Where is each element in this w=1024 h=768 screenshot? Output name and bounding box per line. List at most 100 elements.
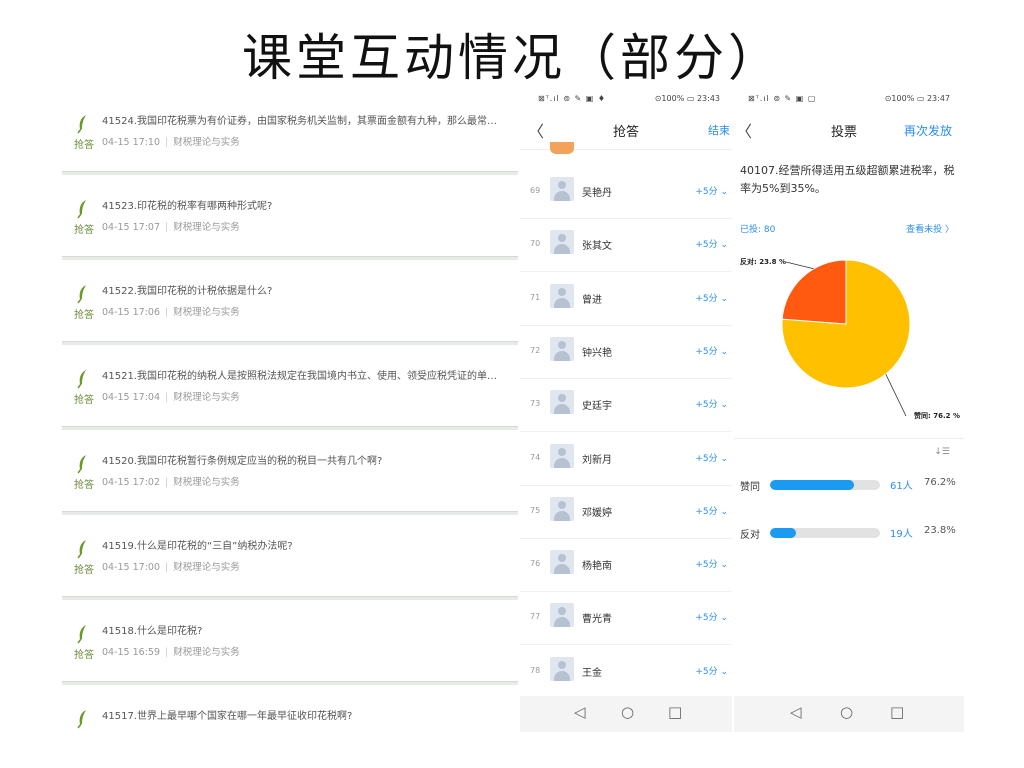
status-bar: ⊠ᵀ.ıl ⊚ ✎ ▣ ♦ ⊙100% ▭ 23:43 bbox=[520, 90, 732, 110]
question-category: 财税理论与实务 bbox=[173, 307, 240, 318]
nav-back-icon[interactable]: ◁ bbox=[574, 703, 586, 721]
question-row[interactable]: 41517.世界上最早哪个国家在哪一年最早征收印花税啊? bbox=[62, 685, 518, 730]
question-title: 41524.我国印花税票为有价证券，由国家税务机关监制，其票面金额有九种，那么最… bbox=[102, 116, 506, 127]
option-percent: 76.2% bbox=[924, 477, 956, 488]
score-dropdown[interactable]: +5分 ⌄ bbox=[695, 610, 728, 623]
view-unvoted-link[interactable]: 查看未投 〉 bbox=[906, 222, 954, 235]
student-rank: 72 bbox=[530, 345, 541, 355]
vote-result-row: 赞同 61人 76.2% bbox=[734, 474, 964, 494]
student-rank: 70 bbox=[530, 239, 541, 249]
score-dropdown[interactable]: +5分 ⌄ bbox=[695, 504, 728, 517]
vote-nav-bar: 〈 投票 再次发放 bbox=[734, 110, 964, 150]
student-row[interactable]: 75 邓媛婷 +5分 ⌄ bbox=[520, 486, 732, 539]
student-row[interactable]: 73 史廷宇 +5分 ⌄ bbox=[520, 379, 732, 433]
question-title: 41522.我国印花税的计税依据是什么? bbox=[102, 286, 273, 297]
student-row[interactable]: 72 钟兴艳 +5分 ⌄ bbox=[520, 326, 732, 379]
status-time: ⊙100% ▭ 23:47 bbox=[884, 94, 950, 103]
student-rank: 74 bbox=[530, 452, 541, 462]
meta-separator: | bbox=[165, 647, 169, 658]
avatar bbox=[550, 443, 574, 468]
vote-result-row: 反对 19人 23.8% bbox=[734, 522, 964, 542]
question-row[interactable]: 抢答 41522.我国印花税的计税依据是什么? 04-15 17:06 | 财税理论与实… bbox=[62, 260, 518, 342]
avatar bbox=[550, 550, 574, 575]
pie-leader-line bbox=[885, 373, 907, 417]
student-name: 张其文 bbox=[582, 241, 612, 253]
student-rank: 71 bbox=[530, 292, 541, 302]
result-bar-fill bbox=[770, 528, 797, 538]
avatar bbox=[550, 177, 574, 201]
student-name: 邓媛婷 bbox=[582, 507, 612, 519]
score-dropdown[interactable]: +5分 ⌄ bbox=[695, 237, 728, 250]
question-list: 抢答 41524.我国印花税票为有价证券，由国家税务机关监制，其票面金额有九种，那… bbox=[62, 90, 518, 730]
student-rank: 76 bbox=[530, 559, 541, 569]
student-name: 曹光青 bbox=[582, 614, 612, 626]
student-rank: 69 bbox=[530, 186, 541, 195]
meta-separator: | bbox=[165, 562, 169, 573]
nav-home-icon[interactable]: ○ bbox=[621, 703, 634, 721]
question-title: 41518.什么是印花税? bbox=[102, 626, 203, 637]
option-label: 赞同 bbox=[740, 482, 760, 493]
question-row[interactable]: 抢答 41524.我国印花税票为有价证券，由国家税务机关监制，其票面金额有九种，那… bbox=[62, 90, 518, 172]
nav-home-icon[interactable]: ○ bbox=[840, 703, 853, 721]
student-row[interactable]: 70 张其文 +5分 ⌄ bbox=[520, 219, 732, 273]
nav-back-icon[interactable]: ◁ bbox=[790, 703, 802, 721]
vote-question: 40107.经营所得适用五级超额累进税率，税率为5%到35%。 bbox=[740, 164, 955, 195]
student-rank: 78 bbox=[530, 665, 541, 675]
score-dropdown[interactable]: +5分 ⌄ bbox=[695, 291, 728, 304]
system-nav-bar: ◁ ○ □ bbox=[520, 696, 732, 732]
question-meta: 04-15 17:07 | 财税理论与实务 bbox=[102, 219, 240, 233]
result-bar bbox=[770, 480, 880, 490]
pie-slice-label: 反对: 23.8 % bbox=[740, 257, 786, 266]
question-time: 04-15 17:04 bbox=[102, 392, 161, 403]
student-row[interactable]: 74 刘新月 +5分 ⌄ bbox=[520, 433, 732, 486]
question-category: 财税理论与实务 bbox=[173, 477, 240, 488]
student-name: 曾进 bbox=[582, 294, 602, 306]
meta-separator: | bbox=[165, 477, 169, 488]
student-row[interactable]: 78 王金 +5分 ⌄ bbox=[520, 646, 732, 699]
question-title: 41520.我国印花税暂行条例规定应当的税的税目一共有几个啊? bbox=[102, 456, 383, 467]
quill-icon bbox=[77, 625, 86, 644]
question-time: 04-15 16:59 bbox=[102, 647, 161, 658]
score-dropdown[interactable]: +5分 ⌄ bbox=[695, 451, 728, 464]
question-row[interactable]: 抢答 41521.我国印花税的纳税人是按照税法规定在我国境内书立、使用、领受应税凭… bbox=[62, 345, 518, 427]
question-time: 04-15 17:02 bbox=[102, 477, 161, 488]
student-row[interactable]: 69 吴艳丹 +5分 ⌄ bbox=[520, 166, 732, 219]
grab-label: 抢答 bbox=[74, 140, 94, 151]
score-dropdown[interactable]: +5分 ⌄ bbox=[695, 557, 728, 570]
result-bar bbox=[770, 528, 880, 538]
score-dropdown[interactable]: +5分 ⌄ bbox=[695, 184, 728, 197]
score-dropdown[interactable]: +5分 ⌄ bbox=[695, 344, 728, 357]
student-row[interactable]: 77 曹光青 +5分 ⌄ bbox=[520, 592, 732, 646]
quill-icon bbox=[77, 540, 86, 559]
student-row[interactable]: 76 杨艳南 +5分 ⌄ bbox=[520, 539, 732, 593]
end-button[interactable]: 结束 bbox=[708, 122, 730, 138]
reissue-button[interactable]: 再次发放 bbox=[904, 122, 952, 139]
vote-pie-chart: 赞同: 76.2 % 反对: 23.8 % bbox=[740, 257, 960, 420]
nav-recent-icon[interactable]: □ bbox=[668, 703, 682, 721]
question-row[interactable]: 抢答 41518.什么是印花税? 04-15 16:59 | 财税理论与实务 bbox=[62, 600, 518, 682]
quill-icon bbox=[77, 370, 86, 389]
student-rank: 73 bbox=[530, 399, 541, 409]
grab-label: 抢答 bbox=[74, 480, 94, 491]
question-title: 41517.世界上最早哪个国家在哪一年最早征收印花税啊? bbox=[102, 711, 353, 722]
student-row[interactable]: 71 曾进 +5分 ⌄ bbox=[520, 273, 732, 326]
student-name: 王金 bbox=[582, 667, 602, 679]
option-percent: 23.8% bbox=[924, 525, 956, 536]
question-row[interactable]: 抢答 41523.印花税的税率有哪两种形式呢? 04-15 17:07 | 财税理论与实… bbox=[62, 175, 518, 257]
question-row[interactable]: 抢答 41519.什么是印花税的“三自”纳税办法呢? 04-15 17:00 | 财税理… bbox=[62, 515, 518, 597]
grab-label: 抢答 bbox=[74, 650, 94, 661]
pie-slice-oppose bbox=[781, 259, 847, 325]
sort-icon[interactable]: ↓☰ bbox=[934, 447, 950, 457]
system-nav-bar: ◁ ○ □ bbox=[734, 696, 964, 732]
score-dropdown[interactable]: +5分 ⌄ bbox=[695, 397, 728, 410]
vote-screen: ⊠ᵀ.ıl ⊚ ✎ ▣ ▢ ⊙100% ▭ 23:47 〈 投票 再次发放 40… bbox=[734, 90, 964, 732]
question-row[interactable]: 抢答 41520.我国印花税暂行条例规定应当的税的税目一共有几个啊? 04-15 1… bbox=[62, 430, 518, 512]
student-name: 杨艳南 bbox=[582, 561, 612, 573]
score-dropdown[interactable]: +5分 ⌄ bbox=[695, 664, 728, 677]
student-rank: 75 bbox=[530, 505, 541, 515]
status-bar: ⊠ᵀ.ıl ⊚ ✎ ▣ ▢ ⊙100% ▭ 23:47 bbox=[734, 90, 964, 110]
question-title: 41523.印花税的税率有哪两种形式呢? bbox=[102, 201, 273, 212]
nav-recent-icon[interactable]: □ bbox=[890, 703, 904, 721]
question-category: 财税理论与实务 bbox=[173, 647, 240, 658]
question-time: 04-15 17:07 bbox=[102, 222, 161, 233]
